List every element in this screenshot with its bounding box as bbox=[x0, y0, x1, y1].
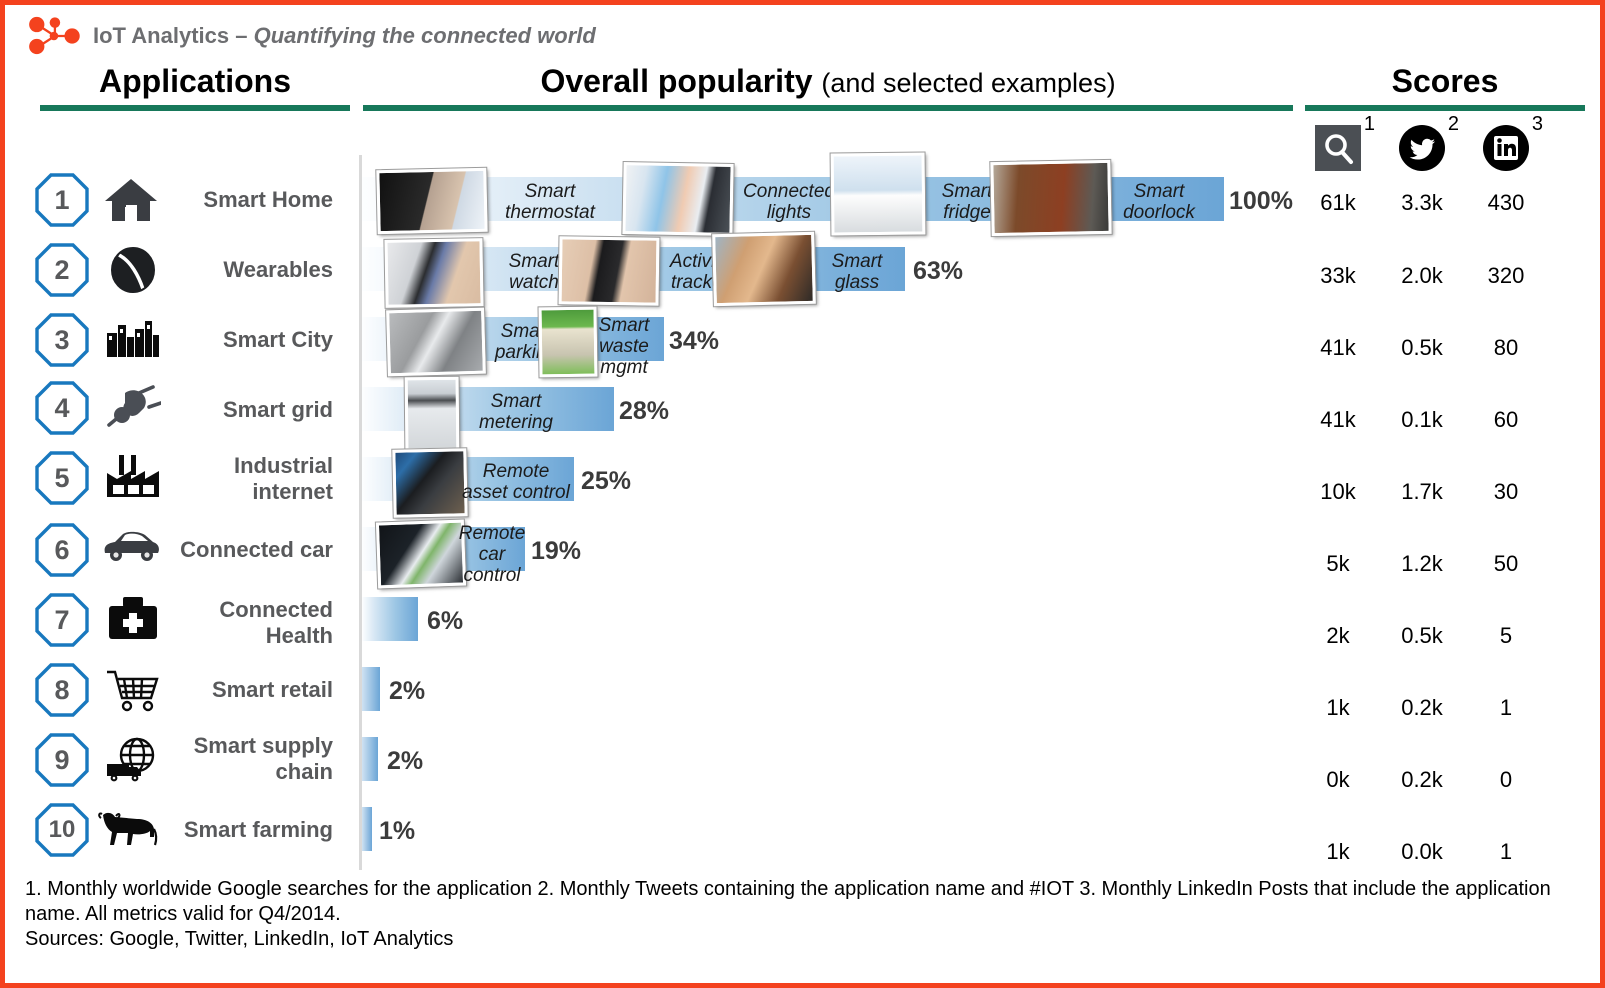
score-google: 2k bbox=[1326, 623, 1350, 648]
example-label: Smart glass bbox=[831, 251, 883, 293]
percent-label: 1% bbox=[379, 817, 416, 845]
score-twitter: 0.5k bbox=[1401, 623, 1443, 648]
smart-metering-photo bbox=[403, 375, 461, 453]
application-label: Connected Health bbox=[219, 597, 333, 648]
score-twitter: 1.2k bbox=[1401, 551, 1443, 576]
infographic-frame: IoT Analytics – Quantifying the connecte… bbox=[0, 0, 1605, 988]
score-twitter: 0.2k bbox=[1401, 767, 1443, 792]
application-label: Smart supply chain bbox=[193, 733, 333, 784]
percent-label: 19% bbox=[531, 537, 582, 565]
example-label: Smart thermostat bbox=[505, 181, 595, 223]
rank-badge: 5 bbox=[35, 451, 89, 505]
example-label: Remote asset control bbox=[462, 461, 570, 503]
rank-number: 3 bbox=[54, 324, 70, 355]
score-google: 61k bbox=[1320, 190, 1356, 215]
example-label: Smart doorlock bbox=[1123, 181, 1195, 223]
application-label: Connected car bbox=[180, 537, 333, 562]
score-google: 41k bbox=[1320, 407, 1356, 432]
rank-number: 6 bbox=[54, 534, 70, 565]
smart-doorlock-photo bbox=[989, 158, 1113, 238]
rank-number: 9 bbox=[54, 744, 70, 775]
smart-watch-photo bbox=[383, 237, 485, 309]
smart-thermostat-photo bbox=[375, 166, 489, 236]
score-google: 1k bbox=[1326, 695, 1350, 720]
popularity-bar bbox=[362, 737, 378, 781]
score-linkedin: 0 bbox=[1499, 767, 1513, 792]
score-google: 1k bbox=[1326, 839, 1350, 864]
score-twitter: 1.7k bbox=[1401, 479, 1443, 504]
score-twitter: 2.0k bbox=[1401, 263, 1443, 288]
percent-label: 25% bbox=[581, 467, 632, 495]
application-label: Industrial internet bbox=[233, 453, 333, 504]
percent-label: 100% bbox=[1229, 187, 1293, 215]
remote-car-control-photo bbox=[374, 518, 468, 590]
score-twitter: 0.0k bbox=[1401, 839, 1443, 864]
chart-rows: 1 Smart Home Smart thermostat Connected li… bbox=[5, 5, 1600, 983]
rank-badge: 3 bbox=[35, 313, 89, 367]
rank-badge: 9 bbox=[35, 733, 89, 787]
score-google: 5k bbox=[1326, 551, 1350, 576]
smart-fridge-photo bbox=[829, 151, 927, 237]
score-google: 10k bbox=[1320, 479, 1356, 504]
score-linkedin: 60 bbox=[1493, 407, 1519, 432]
popularity-bar bbox=[362, 597, 418, 641]
rank-number: 7 bbox=[54, 604, 70, 635]
rank-badge: 10 bbox=[35, 803, 89, 857]
score-linkedin: 430 bbox=[1487, 190, 1525, 215]
rank-badge: 2 bbox=[35, 243, 89, 297]
rank-number: 5 bbox=[54, 462, 70, 493]
score-twitter: 3.3k bbox=[1401, 190, 1443, 215]
score-linkedin: 1 bbox=[1499, 695, 1513, 720]
score-twitter: 0.2k bbox=[1401, 695, 1443, 720]
rank-badge: 6 bbox=[35, 523, 89, 577]
score-linkedin: 5 bbox=[1499, 623, 1513, 648]
percent-label: 28% bbox=[619, 397, 670, 425]
rank-badge: 1 bbox=[35, 173, 89, 227]
popularity-bar bbox=[362, 807, 372, 851]
connected-lights-photo bbox=[621, 161, 735, 237]
score-linkedin: 320 bbox=[1487, 263, 1525, 288]
application-label: Smart Home bbox=[203, 187, 333, 212]
score-linkedin: 50 bbox=[1493, 551, 1519, 576]
application-label: Smart grid bbox=[222, 397, 333, 422]
score-google: 41k bbox=[1320, 335, 1356, 360]
rank-number: 1 bbox=[54, 184, 70, 215]
score-linkedin: 1 bbox=[1499, 839, 1513, 864]
percent-label: 2% bbox=[387, 747, 424, 775]
smart-parking-photo bbox=[385, 306, 487, 378]
percent-label: 2% bbox=[389, 677, 426, 705]
application-label: Smart farming bbox=[183, 817, 333, 842]
footnote-line-2: Sources: Google, Twitter, LinkedIn, IoT … bbox=[25, 928, 454, 950]
rank-number: 4 bbox=[54, 392, 70, 423]
rank-badge: 7 bbox=[35, 593, 89, 647]
smart-glass-photo bbox=[711, 230, 817, 308]
application-label: Smart retail bbox=[211, 677, 333, 702]
example-label: Remote car control bbox=[458, 523, 526, 586]
rank-badge: 4 bbox=[35, 381, 89, 435]
rank-number: 8 bbox=[54, 674, 70, 705]
score-twitter: 0.5k bbox=[1401, 335, 1443, 360]
popularity-bar bbox=[362, 667, 380, 711]
score-google: 33k bbox=[1320, 263, 1356, 288]
application-label: Wearables bbox=[223, 257, 333, 282]
percent-label: 6% bbox=[427, 607, 464, 635]
percent-label: 63% bbox=[913, 257, 964, 285]
score-linkedin: 80 bbox=[1493, 335, 1519, 360]
example-label: Smart waste mgmt bbox=[598, 315, 650, 378]
footnote: 1. Monthly worldwide Google searches for… bbox=[25, 877, 1555, 952]
example-label: Smart metering bbox=[479, 391, 553, 433]
rank-badge: 8 bbox=[35, 663, 89, 717]
rank-number: 2 bbox=[54, 254, 70, 285]
application-label: Smart City bbox=[222, 327, 333, 352]
rank-number: 10 bbox=[48, 816, 76, 843]
score-linkedin: 30 bbox=[1493, 479, 1519, 504]
score-twitter: 0.1k bbox=[1401, 407, 1443, 432]
footnote-line-1: 1. Monthly worldwide Google searches for… bbox=[25, 878, 1551, 925]
score-google: 0k bbox=[1326, 767, 1350, 792]
percent-label: 34% bbox=[669, 327, 720, 355]
